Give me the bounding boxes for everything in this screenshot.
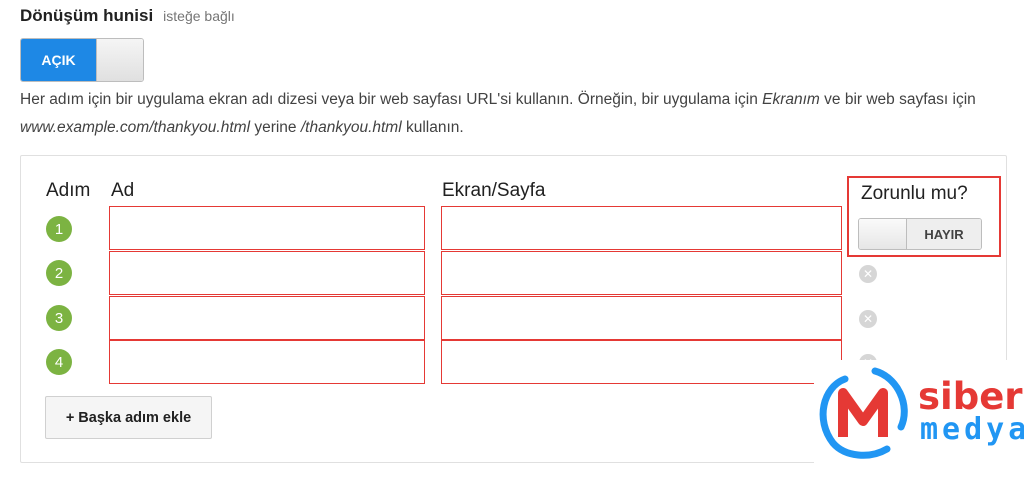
required-toggle[interactable]: HAYIR: [858, 218, 982, 250]
step-screen-input[interactable]: [441, 206, 842, 250]
column-header-name: Ad: [111, 180, 135, 201]
step-name-input[interactable]: [109, 251, 425, 295]
siber-medya-logo-icon: [819, 367, 908, 459]
step-number-badge: 4: [46, 349, 72, 375]
help-example-app: Ekranım: [762, 91, 820, 108]
column-header-required: Zorunlu mu?: [861, 183, 968, 204]
column-header-screen: Ekran/Sayfa: [442, 180, 546, 201]
funnel-toggle[interactable]: AÇIK: [20, 38, 144, 82]
required-toggle-label: HAYIR: [907, 219, 981, 249]
section-title: Dönüşüm hunisi: [20, 6, 154, 25]
help-text: Her adım için bir uygulama ekran adı diz…: [20, 86, 1000, 142]
step-name-input[interactable]: [109, 206, 425, 250]
required-highlight-box: Zorunlu mu? HAYIR: [847, 176, 1001, 257]
required-toggle-knob[interactable]: [859, 219, 907, 249]
table-row: 3 ✕: [0, 296, 1024, 342]
help-text-part: kullanın.: [401, 119, 464, 136]
step-screen-input[interactable]: [441, 296, 842, 340]
remove-step-icon[interactable]: ✕: [859, 310, 877, 328]
help-text-part: Her adım için bir uygulama ekran adı diz…: [20, 91, 763, 108]
step-name-input[interactable]: [109, 340, 425, 384]
help-example-path: /thankyou.html: [300, 119, 402, 136]
step-number-badge: 2: [46, 260, 72, 286]
funnel-toggle-knob[interactable]: [96, 39, 143, 81]
step-number-badge: 3: [46, 305, 72, 331]
column-header-step: Adım: [46, 180, 91, 201]
table-row: 2 ✕: [0, 251, 1024, 297]
step-number-badge: 1: [46, 216, 72, 242]
section-header: Dönüşüm hunisi isteğe bağlı: [20, 6, 235, 26]
step-screen-input[interactable]: [441, 340, 842, 384]
remove-step-icon[interactable]: ✕: [859, 265, 877, 283]
help-text-part: yerine: [250, 119, 301, 136]
help-text-part: ve bir web sayfası için: [819, 91, 976, 108]
add-step-button[interactable]: + Başka adım ekle: [45, 396, 212, 439]
optional-label: isteğe bağlı: [163, 8, 235, 24]
step-name-input[interactable]: [109, 296, 425, 340]
funnel-toggle-label: AÇIK: [21, 39, 96, 81]
step-screen-input[interactable]: [441, 251, 842, 295]
watermark-text-medya: medya: [920, 412, 1024, 447]
watermark-text-siber: siber: [918, 375, 1023, 418]
help-example-url: www.example.com/thankyou.html: [20, 119, 251, 136]
